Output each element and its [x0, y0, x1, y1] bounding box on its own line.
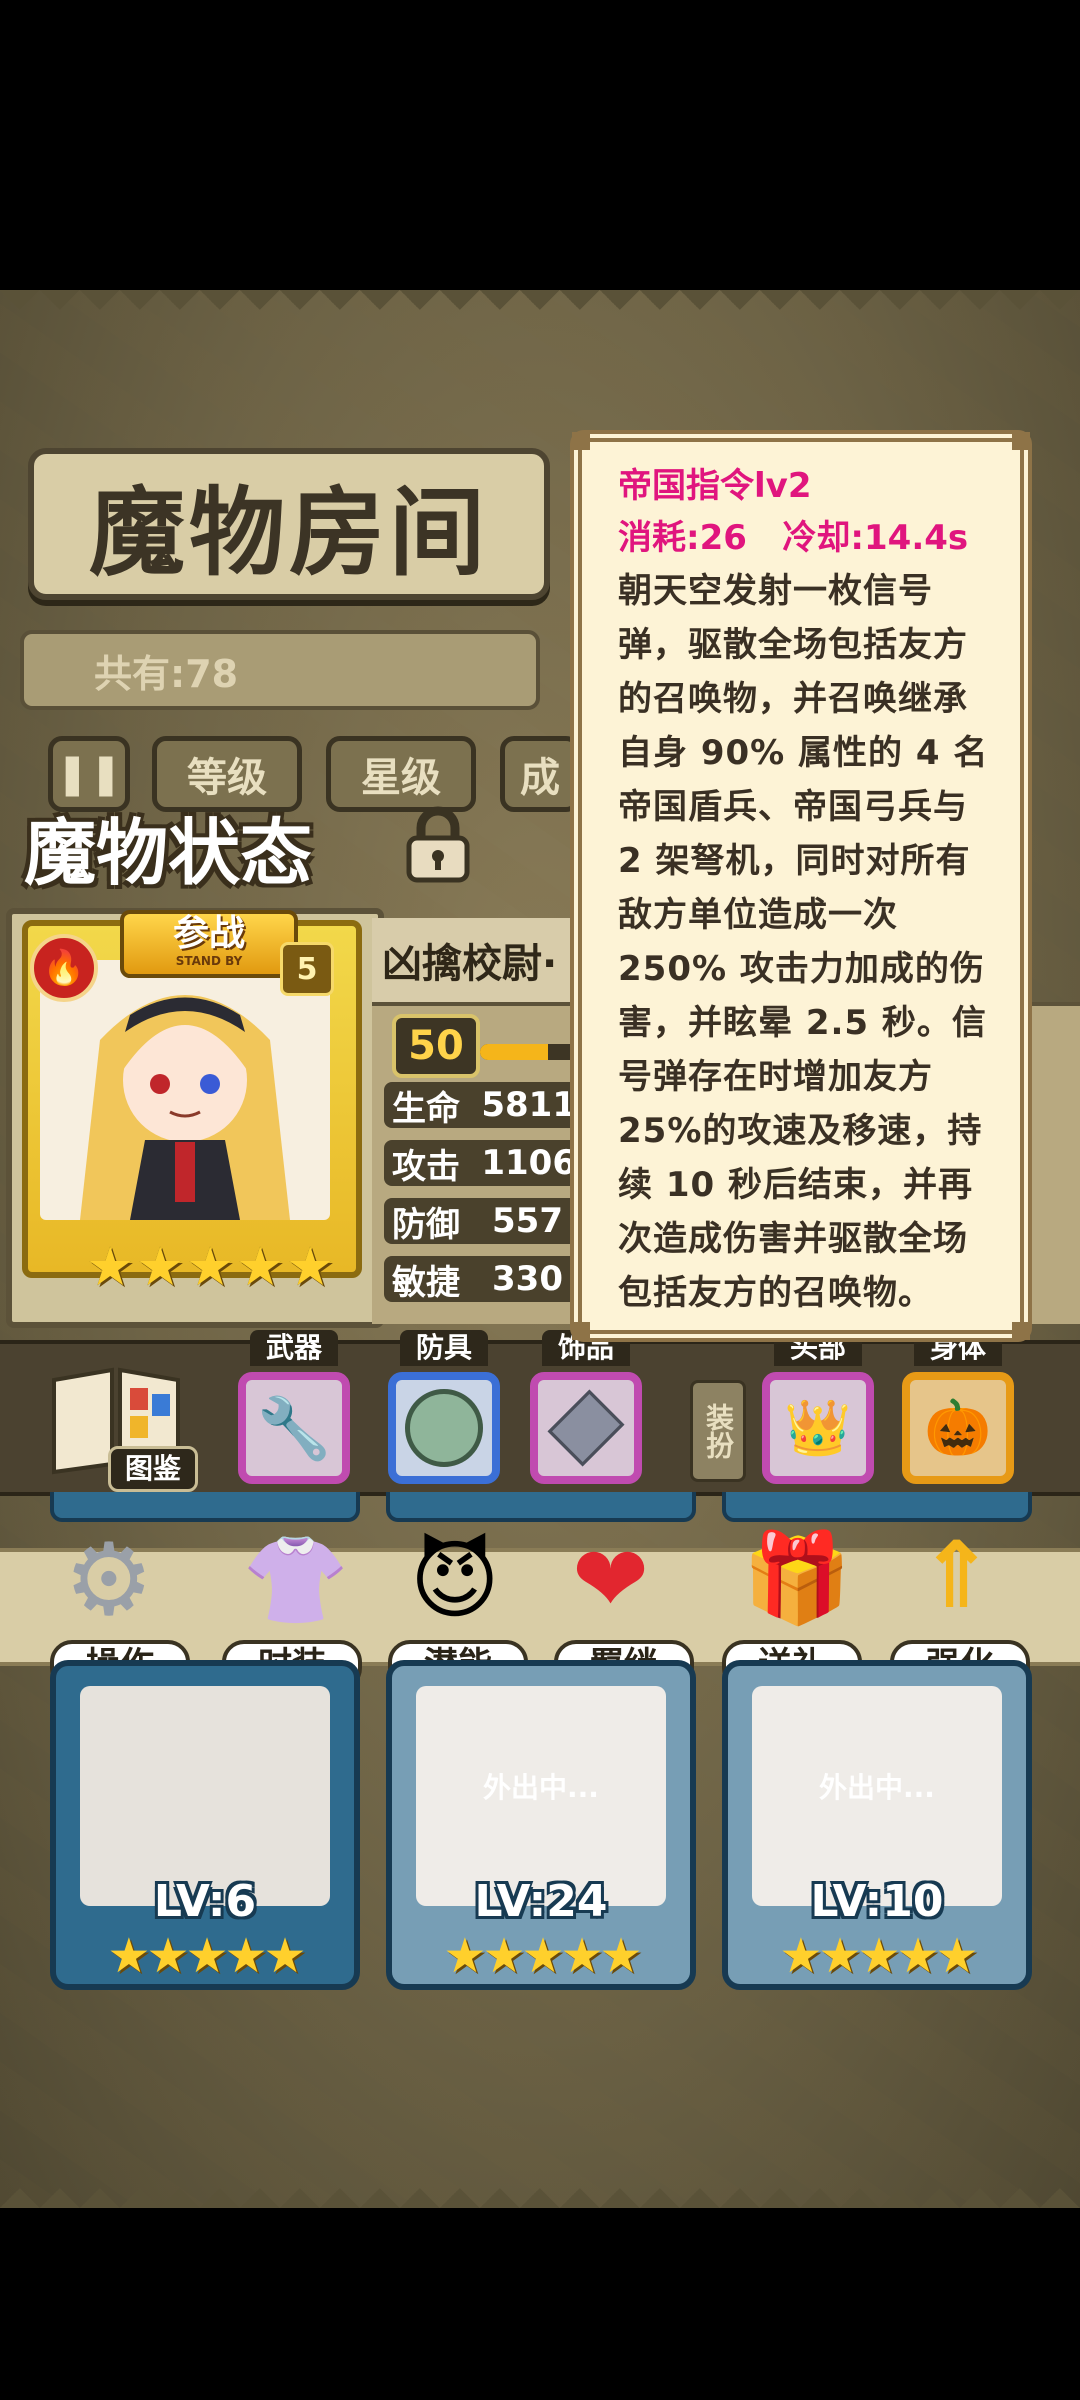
card-peek — [722, 1492, 1032, 1522]
monster-card[interactable]: 外出中... LV:10 ★★★★★ — [722, 1660, 1032, 1990]
character-name: 凶擒校尉· — [372, 918, 580, 1002]
stat-value: 5811 — [481, 1085, 576, 1125]
star-icon: ★ — [236, 1235, 285, 1298]
monster-count: 共有:78 — [20, 630, 540, 710]
character-portrait — [40, 960, 330, 1220]
card-peek — [386, 1492, 696, 1522]
stat-value: 330 — [492, 1259, 563, 1299]
description-line: 续 10 秒后结束，并再 — [618, 1165, 973, 1205]
description-line: 次造成伤害并驱散全场 — [618, 1219, 968, 1259]
atlas-label: 图鉴 — [108, 1446, 198, 1492]
body-slot[interactable]: 🎃 — [902, 1372, 1014, 1484]
skill-tooltip: 帝国指令lv2 消耗:26 冷却:14.4s 朝天空发射一枚信号 弹，驱散全场包… — [572, 432, 1030, 1340]
skill-cost: 消耗:26 冷却:14.4s — [618, 518, 969, 558]
stat-value: 1106 — [481, 1143, 576, 1183]
stat-label: 生命 — [392, 1088, 460, 1129]
stat-attack: 攻击 1106 — [384, 1140, 584, 1187]
outfit-icon: 👚 — [242, 1531, 350, 1631]
weapon-slot[interactable]: 🔧 — [238, 1372, 350, 1484]
armor-slot[interactable] — [388, 1372, 500, 1484]
skill-title: 帝国指令lv2 — [618, 466, 812, 506]
head-slot[interactable]: 👑 — [762, 1372, 874, 1484]
slot-label-head: 头部 — [774, 1330, 862, 1366]
monster-level: LV:6 — [153, 1876, 257, 1927]
fire-element-icon: 🔥 — [30, 934, 98, 1002]
wrench-icon: 🔧 — [256, 1393, 332, 1464]
description-line: 朝天空发射一枚信号 — [618, 571, 933, 611]
gift-icon: 🎁 — [742, 1526, 852, 1629]
lock-icon — [406, 806, 470, 883]
monster-level: LV:24 — [474, 1876, 608, 1927]
slot-label-weapon: 武器 — [250, 1330, 338, 1366]
top-border — [0, 290, 1080, 330]
stat-value: 557 — [492, 1201, 563, 1241]
hearts-icon: ❤ — [572, 1526, 650, 1633]
standby-sublabel: STAND BY — [175, 954, 243, 968]
star-icon: ★★★★★ — [107, 1928, 306, 1984]
standby-badge: 参战 STAND BY — [120, 910, 298, 978]
rank-badge: 5 — [280, 942, 334, 996]
star-icon: ★ — [286, 1235, 335, 1298]
tooltip-corner — [572, 1322, 590, 1340]
description-line: 害，并眩晕 2.5 秒。信 — [618, 1003, 987, 1043]
star-icon: ★ — [136, 1235, 185, 1298]
tiara-icon: 👑 — [784, 1396, 852, 1459]
pumpkin-icon: 🎃 — [924, 1396, 992, 1459]
stat-label: 攻击 — [392, 1146, 460, 1187]
away-label: 外出中... — [483, 1771, 599, 1804]
tooltip-corner — [1012, 432, 1030, 450]
star-icon: ★ — [186, 1235, 235, 1298]
tooltip-corner — [572, 432, 590, 450]
description-line: 弹，驱散全场包括友方 — [618, 625, 968, 665]
away-label: 外出中... — [819, 1771, 935, 1804]
stat-label: 防御 — [392, 1204, 460, 1245]
star-icon: ★★★★★ — [443, 1928, 642, 1984]
amulet-icon — [547, 1389, 625, 1467]
standby-label: 参战 — [172, 913, 245, 954]
tooltip-corner — [1012, 1322, 1030, 1340]
monster-level: LV:10 — [810, 1876, 944, 1927]
monster-portrait — [80, 1686, 330, 1906]
filter-other-button[interactable]: 成 — [500, 736, 580, 812]
xp-fill — [480, 1044, 549, 1060]
description-line: 的召唤物，并召唤继承 — [618, 679, 968, 719]
stat-agility: 敏捷 330 — [384, 1256, 584, 1303]
upgrade-arrows-icon: ⇑ — [918, 1522, 996, 1629]
slot-label-armor: 防具 — [400, 1330, 488, 1366]
xp-bar — [480, 1044, 590, 1060]
description-line: 自身 90% 属性的 4 名 — [618, 733, 989, 773]
shield-coin-icon — [405, 1389, 483, 1467]
dress-up-button[interactable]: 装扮 — [690, 1380, 746, 1482]
description-line: 25%的攻速及移速，持 — [618, 1111, 983, 1151]
stat-hp: 生命 5811 — [384, 1082, 584, 1129]
demon-icon: 😈 — [410, 1531, 500, 1631]
level-badge: 50 — [392, 1014, 480, 1078]
bottom-border — [0, 2168, 1080, 2208]
monster-card[interactable]: 外出中... LV:24 ★★★★★ — [386, 1660, 696, 1990]
description-line: 帝国盾兵、帝国弓兵与 — [618, 787, 968, 827]
stat-label: 敏捷 — [392, 1262, 460, 1303]
description-line: 250% 攻击力加成的伤 — [618, 949, 985, 989]
pause-icon: ❚❚ — [55, 751, 123, 797]
skill-description: 朝天空发射一枚信号 弹，驱散全场包括友方 的召唤物，并召唤继承 自身 90% 属… — [618, 564, 1008, 1320]
description-line: 2 架弩机，同时对所有 — [618, 841, 971, 881]
description-line: 敌方单位造成一次 — [618, 895, 898, 935]
description-line: 包括友方的召唤物。 — [618, 1273, 933, 1313]
page-title: 魔物房间 — [28, 448, 550, 600]
stat-defense: 防御 557 — [384, 1198, 584, 1245]
slot-label-body: 身体 — [914, 1330, 1002, 1366]
lock-button[interactable] — [396, 802, 480, 886]
monster-card[interactable]: LV:6 ★★★★★ — [50, 1660, 360, 1990]
description-line: 号弹存在时增加友方 — [618, 1057, 933, 1097]
star-icon: ★★★★★ — [779, 1928, 978, 1984]
gear-icon: ⚙ — [64, 1521, 154, 1638]
card-peek — [50, 1492, 360, 1522]
accessory-slot[interactable] — [530, 1372, 642, 1484]
star-icon: ★ — [86, 1235, 135, 1298]
status-title: 魔物状态 — [24, 810, 313, 895]
